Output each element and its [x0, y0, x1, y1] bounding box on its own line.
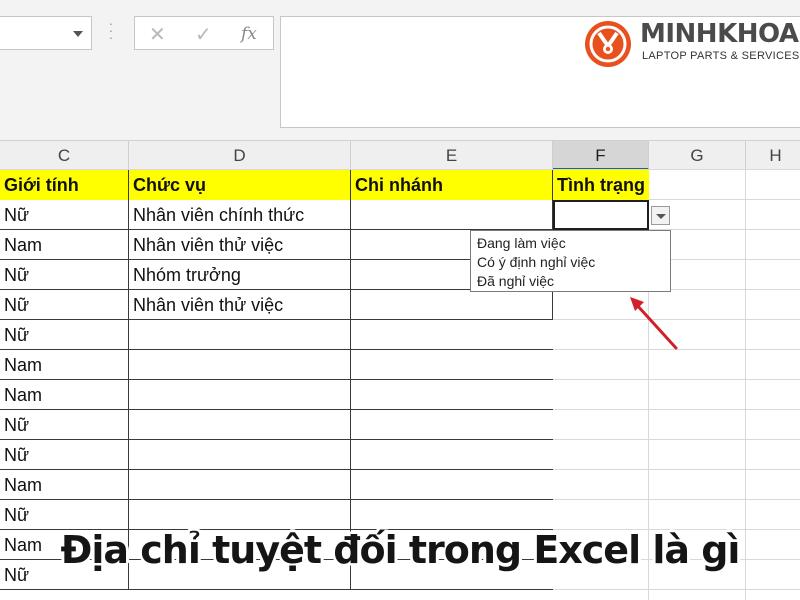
column-header-h[interactable]: H [746, 141, 800, 170]
chevron-down-icon[interactable] [73, 31, 83, 37]
table-cell-gioi-tinh[interactable]: Nam [0, 470, 127, 500]
header-cell-gioi-tinh[interactable]: Giới tính [0, 170, 128, 200]
dropdown-button[interactable] [651, 206, 670, 225]
header-cell-chi-nhanh[interactable]: Chi nhánh [351, 170, 552, 200]
grid-vline [350, 170, 351, 590]
logo-tagline: LAPTOP PARTS & SERVICES [642, 50, 800, 62]
column-header-d[interactable]: D [129, 141, 351, 170]
table-cell-chuc-vu[interactable] [129, 500, 349, 530]
table-cell-gioi-tinh[interactable]: Nữ [0, 200, 127, 230]
table-cell-gioi-tinh[interactable]: Nữ [0, 290, 127, 320]
header-cell-tinh-trang[interactable]: Tình trạng [553, 170, 649, 200]
insert-function-icon[interactable]: fx [241, 24, 257, 44]
table-cell-gioi-tinh[interactable]: Nữ [0, 410, 127, 440]
table-cell-chuc-vu[interactable] [129, 410, 349, 440]
table-cell-chuc-vu[interactable] [129, 470, 349, 500]
column-header-g[interactable]: G [649, 141, 746, 170]
table-cell-gioi-tinh[interactable]: Nữ [0, 500, 127, 530]
dropdown-option[interactable]: Có ý định nghỉ việc [477, 253, 670, 272]
column-header-e[interactable]: E [351, 141, 553, 170]
more-options-icon[interactable]: · · · [108, 16, 114, 44]
brand-logo: MINHKHOA LAPTOP PARTS & SERVICES [584, 18, 799, 70]
grid-hline [553, 379, 800, 380]
grid-hline [553, 589, 800, 590]
logo-name: MINHKHOA [640, 19, 799, 49]
grid-hline [553, 439, 800, 440]
cancel-icon[interactable]: ✕ [149, 22, 166, 46]
table-cell-chuc-vu[interactable]: Nhóm trưởng [129, 260, 349, 290]
chevron-down-icon [656, 214, 666, 219]
caption-title: Địa chỉ tuyệt đối trong Excel là gì [60, 528, 741, 572]
table-cell-gioi-tinh[interactable]: Nam [0, 380, 127, 410]
table-cell-chuc-vu[interactable]: Nhân viên thử việc [129, 230, 349, 260]
table-cell-chuc-vu[interactable]: Nhân viên thử việc [129, 290, 349, 320]
dropdown-list: Đang làm việc Có ý định nghỉ việc Đã ngh… [470, 230, 671, 292]
name-box[interactable] [0, 16, 92, 50]
grid-hline [553, 409, 800, 410]
selected-cell[interactable] [553, 200, 649, 230]
logo-mark-icon [585, 21, 631, 67]
table-cell-gioi-tinh[interactable]: Nam [0, 350, 127, 380]
dropdown-option[interactable]: Đang làm việc [477, 234, 670, 253]
table-cell-chuc-vu[interactable] [129, 350, 349, 380]
grid-hline [553, 499, 800, 500]
table-cell-gioi-tinh[interactable]: Nữ [0, 440, 127, 470]
column-header-f[interactable]: F [553, 141, 649, 170]
table-cell-gioi-tinh[interactable]: Nam [0, 230, 127, 260]
table-cell-chuc-vu[interactable] [129, 440, 349, 470]
enter-icon[interactable]: ✓ [195, 22, 212, 46]
table-cell-gioi-tinh[interactable]: Nữ [0, 320, 127, 350]
table-cell-chuc-vu[interactable] [129, 380, 349, 410]
column-header-c[interactable]: C [0, 141, 129, 170]
formula-buttons: ✕ ✓ fx [134, 16, 274, 50]
column-header-row: C D E F G H [0, 140, 800, 170]
table-cell-gioi-tinh[interactable]: Nữ [0, 260, 127, 290]
table-cell-chuc-vu[interactable] [129, 320, 349, 350]
table-cell-chuc-vu[interactable]: Nhân viên chính thức [129, 200, 349, 230]
grid-hline [553, 469, 800, 470]
annotation-arrow-icon [630, 297, 678, 350]
header-cell-chuc-vu[interactable]: Chức vụ [129, 170, 350, 200]
formula-bar-area: · · · ✕ ✓ fx MINHKHOA LAPTOP PARTS & SERVI… [0, 0, 800, 140]
